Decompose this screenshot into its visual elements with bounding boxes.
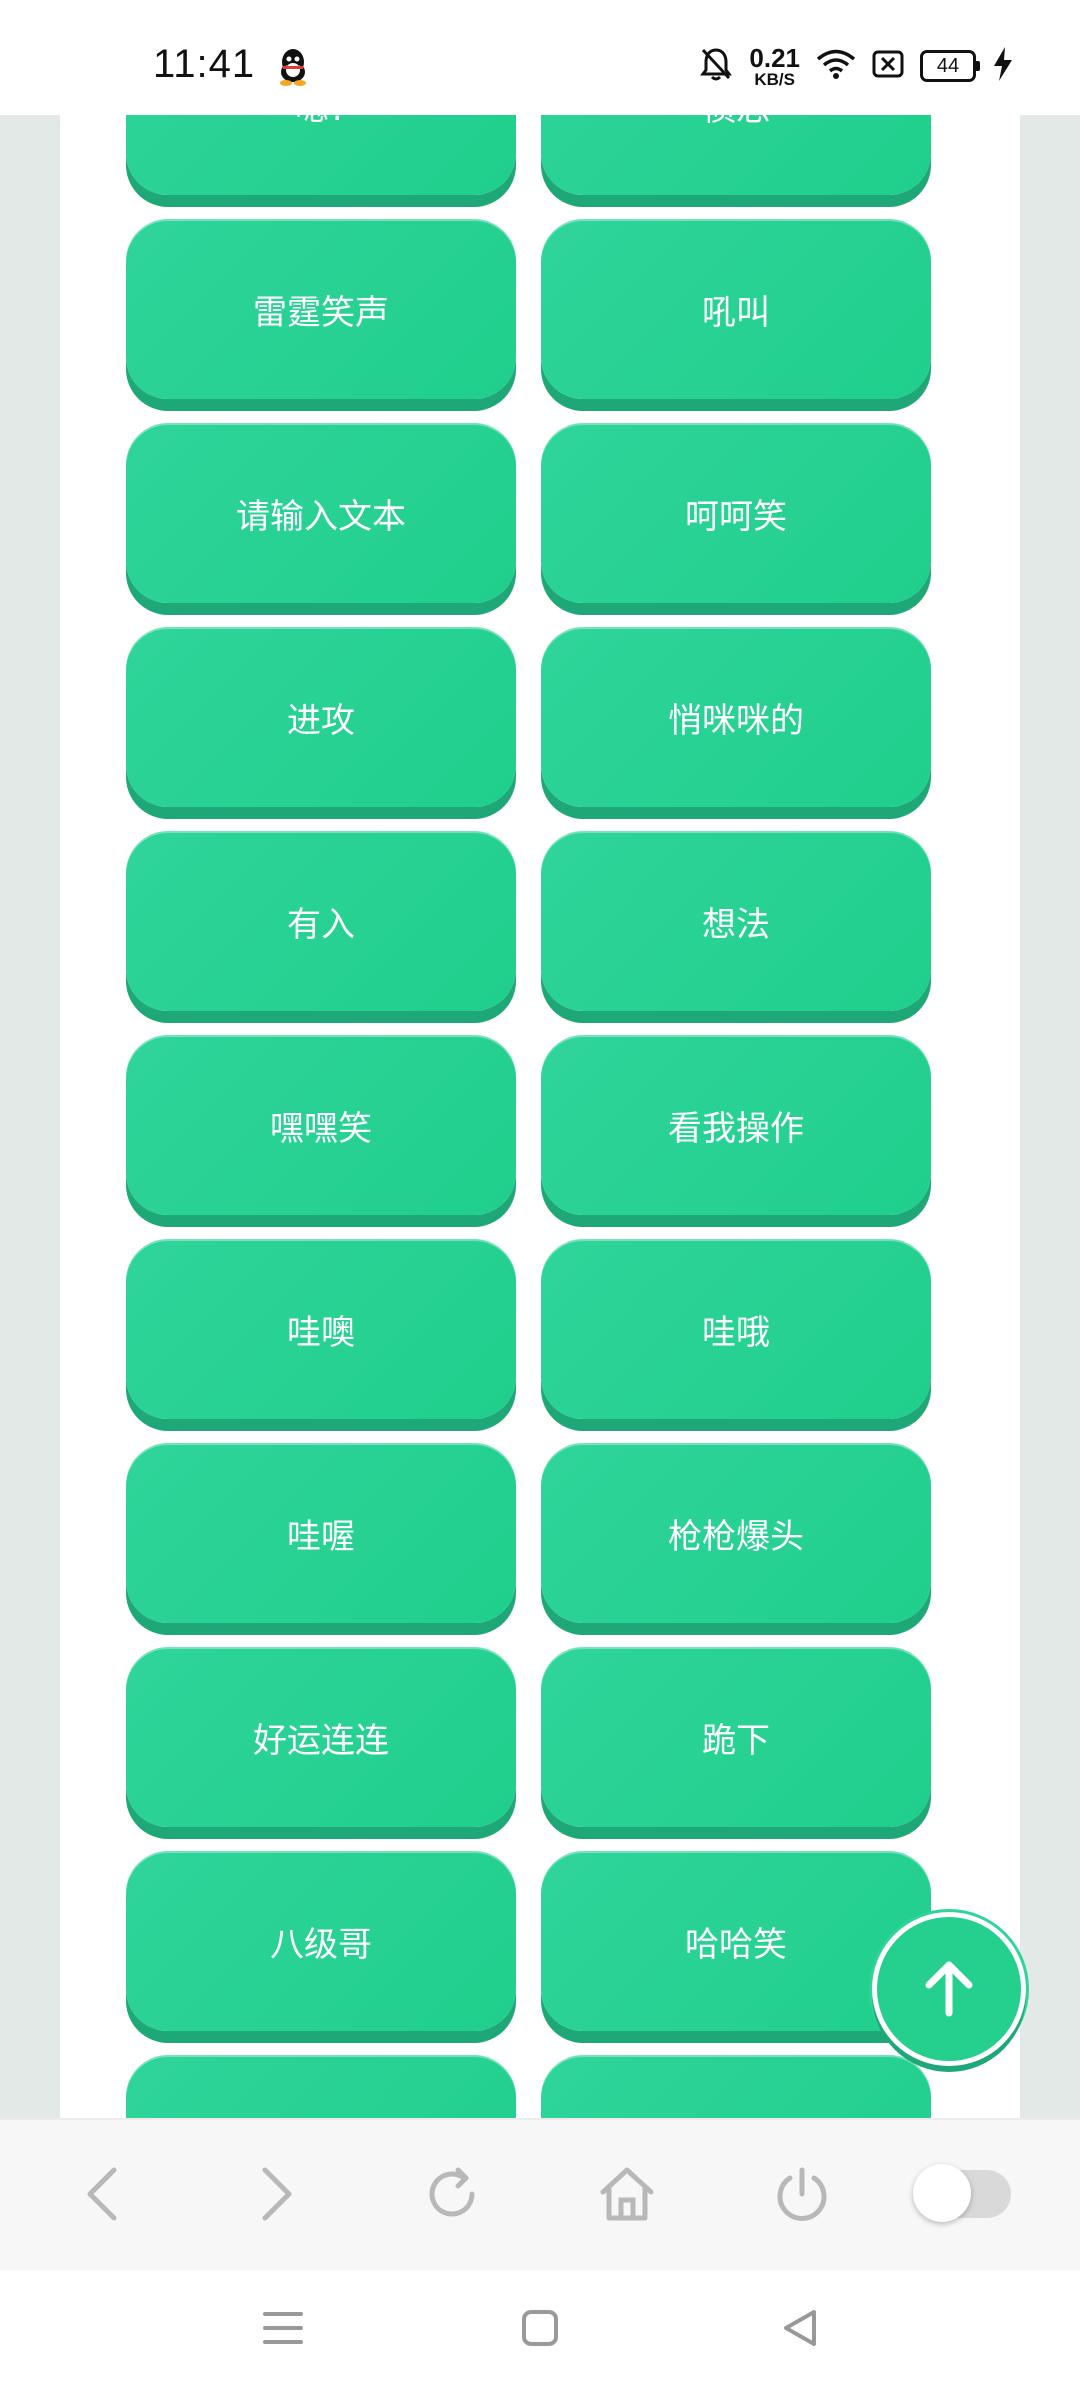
sound-button[interactable]: 跪下	[541, 1647, 931, 1827]
sound-button[interactable]: 哇喔	[126, 1443, 516, 1623]
mute-bell-icon	[699, 46, 733, 86]
forward-icon	[257, 2164, 297, 2228]
sound-button[interactable]: 八级哥	[126, 1851, 516, 2031]
sound-button[interactable]: 好运连连	[126, 1647, 516, 1827]
sound-button[interactable]: 吼叫	[541, 219, 931, 399]
sound-button[interactable]: 哇噢	[126, 1239, 516, 1419]
wifi-icon	[816, 48, 856, 84]
status-icons: 0.21 KB/S 44	[699, 44, 1014, 88]
refresh-icon	[422, 2164, 482, 2228]
power-button[interactable]	[770, 2164, 834, 2228]
back-nav-button[interactable]	[770, 2300, 830, 2360]
sound-button[interactable]: 悄咪咪的	[541, 627, 931, 807]
sound-button[interactable]: 哇哦	[541, 1239, 931, 1419]
sound-button[interactable]	[541, 2055, 931, 2118]
system-nav-bar	[0, 2270, 1080, 2400]
sound-button[interactable]: 请输入文本	[126, 423, 516, 603]
battery-level: 44	[936, 54, 960, 77]
menu-button[interactable]	[253, 2300, 313, 2360]
sound-button[interactable]	[126, 2055, 516, 2118]
sound-button[interactable]: 有入	[126, 831, 516, 1011]
status-time: 11:41	[153, 42, 256, 86]
sound-button[interactable]: 枪枪爆头	[541, 1443, 931, 1623]
home-square-icon	[520, 2308, 560, 2352]
arrow-up-icon	[919, 1955, 979, 2023]
home-nav-button[interactable]	[510, 2300, 570, 2360]
mode-toggle[interactable]	[913, 2164, 1011, 2222]
menu-icon	[261, 2308, 305, 2352]
forward-button[interactable]	[245, 2164, 309, 2228]
home-icon	[597, 2164, 657, 2228]
status-bar: 11:41 0.21 KB/S 44	[0, 0, 1080, 115]
home-button[interactable]	[595, 2164, 659, 2228]
charging-bolt-icon	[992, 47, 1014, 85]
power-icon	[772, 2164, 832, 2228]
sound-button[interactable]: 看我操作	[541, 1035, 931, 1215]
back-triangle-icon	[780, 2308, 820, 2352]
qq-icon	[277, 48, 309, 86]
sound-button[interactable]: 雷霆笑声	[126, 219, 516, 399]
sim-off-icon	[872, 50, 904, 82]
sound-button[interactable]: 呵呵笑	[541, 423, 931, 603]
net-speed: 0.21 KB/S	[749, 42, 800, 89]
battery-icon: 44	[920, 50, 980, 82]
sound-button[interactable]: 嗯?	[126, 115, 516, 195]
sound-button[interactable]: 想法	[541, 831, 931, 1011]
back-to-top-button[interactable]	[872, 1912, 1026, 2066]
sound-button[interactable]: 嘿嘿笑	[126, 1035, 516, 1215]
toggle-knob	[913, 2164, 971, 2222]
sound-button[interactable]: 愤怒	[541, 115, 931, 195]
back-icon	[82, 2164, 122, 2228]
sound-button[interactable]: 进攻	[126, 627, 516, 807]
refresh-button[interactable]	[420, 2164, 484, 2228]
sound-board-panel: 嗯? 愤怒雷霆笑声吼叫请输入文本呵呵笑进攻悄咪咪的有入想法嘿嘿笑看我操作哇噢哇哦哇…	[60, 115, 1020, 2118]
back-button[interactable]	[70, 2164, 134, 2228]
